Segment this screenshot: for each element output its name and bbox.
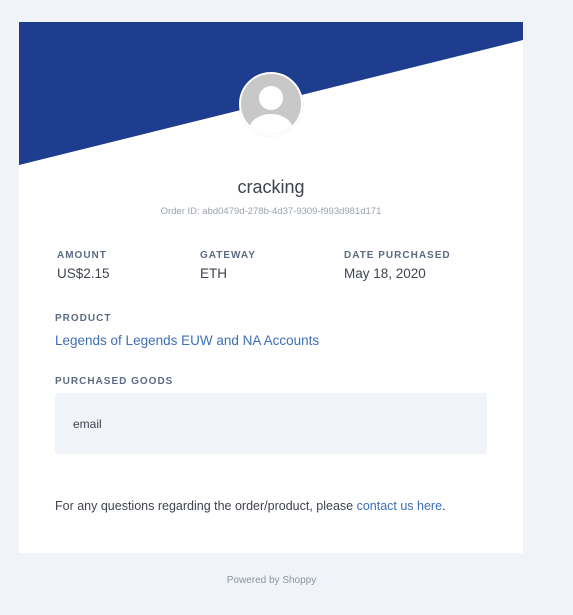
product-link[interactable]: Legends of Legends EUW and NA Accounts	[55, 333, 319, 348]
date-purchased-label: DATE PURCHASED	[344, 250, 451, 261]
date-purchased-value: May 18, 2020	[344, 266, 426, 281]
powered-by-footer: Powered by Shoppy	[226, 575, 317, 586]
order-id: Order ID: abd0479d-278b-4d37-9309-f993d9…	[160, 206, 382, 217]
gateway-label: GATEWAY	[200, 250, 256, 261]
support-text: For any questions regarding the order/pr…	[55, 499, 357, 513]
support-text-end: .	[442, 499, 446, 513]
contact-us-link[interactable]: contact us here	[357, 499, 442, 513]
username: cracking	[237, 177, 305, 197]
product-label: PRODUCT	[55, 313, 112, 324]
order-card: cracking Order ID: abd0479d-278b-4d37-93…	[19, 22, 523, 553]
gateway-value: ETH	[200, 266, 227, 281]
user-avatar-icon	[239, 72, 303, 136]
purchased-goods-label: PURCHASED GOODS	[55, 376, 174, 387]
purchased-goods-content[interactable]: email	[73, 417, 102, 431]
purchased-goods-box: email	[55, 393, 487, 454]
amount-value: US$2.15	[57, 266, 110, 281]
support-note: For any questions regarding the order/pr…	[55, 499, 446, 513]
amount-label: AMOUNT	[57, 250, 107, 261]
